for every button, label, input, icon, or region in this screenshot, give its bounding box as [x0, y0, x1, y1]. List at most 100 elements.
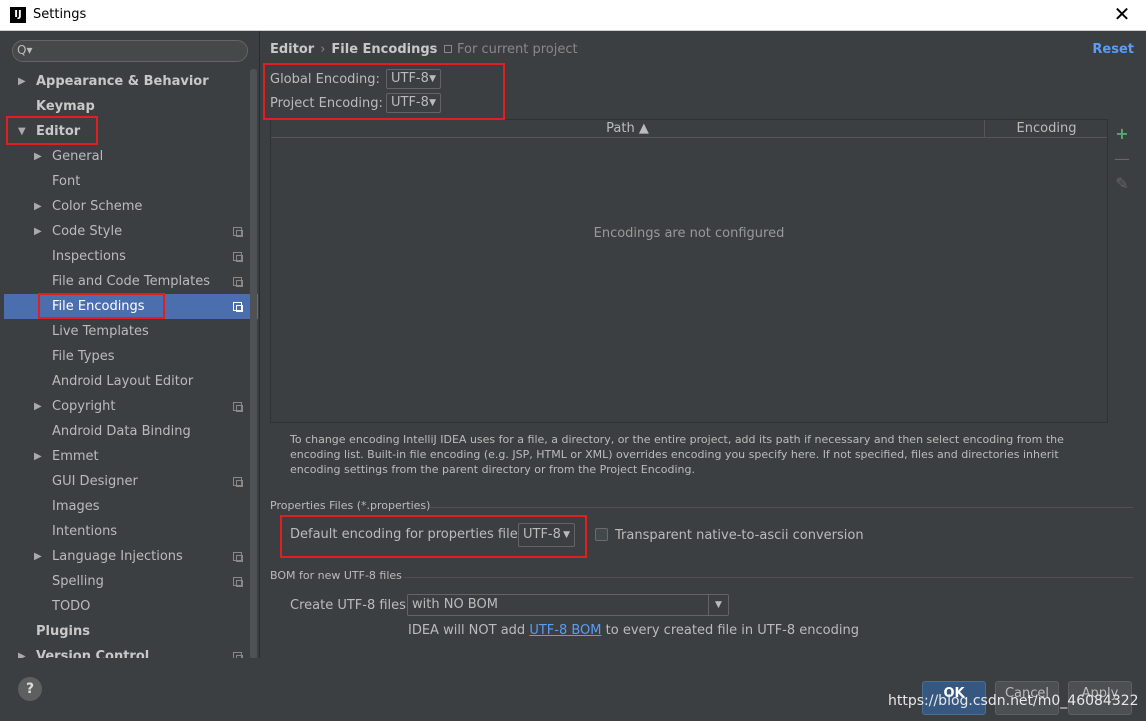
chevron-down-icon[interactable]: ▼	[708, 595, 728, 615]
watermark-text: https://blog.csdn.net/m0_46084322	[888, 693, 1139, 709]
sidebar-item-label: Emmet	[52, 449, 99, 464]
dialog-footer: ? OK Cancel Apply https://blog.csdn.net/…	[0, 658, 1146, 721]
settings-search-input[interactable]: Q▾	[12, 40, 248, 62]
project-encoding-label: Project Encoding:	[270, 96, 383, 111]
sidebar-item-label: Android Layout Editor	[52, 374, 194, 389]
sidebar-item-label: Copyright	[52, 399, 116, 414]
sidebar-item-general[interactable]: ▶ General	[4, 144, 258, 169]
sidebar-item-label: Plugins	[36, 624, 90, 639]
sidebar-item-label: Inspections	[52, 249, 126, 264]
transparent-conversion-checkbox[interactable]	[595, 528, 608, 541]
settings-sidebar: Q▾ ▶ Appearance & Behavior Keymap ▼ Editor ▶ G…	[0, 31, 260, 658]
sidebar-item-label: Keymap	[36, 99, 95, 114]
properties-section-title: Properties Files (*.properties)	[270, 499, 431, 512]
bom-note-prefix: IDEA will NOT add	[408, 623, 530, 638]
sidebar-item-gui-designer[interactable]: GUI Designer	[4, 469, 258, 494]
collapsed-arrow-icon[interactable]: ▶	[34, 444, 42, 469]
sidebar-item-version-control[interactable]: ▶ Version Control	[4, 644, 258, 658]
sidebar-item-android-data-binding[interactable]: Android Data Binding	[4, 419, 258, 444]
path-encoding-table[interactable]: Path ▲ Encoding Encodings are not config…	[270, 119, 1108, 423]
collapsed-arrow-icon[interactable]: ▶	[34, 544, 42, 569]
sidebar-item-inspections[interactable]: Inspections	[4, 244, 258, 269]
sidebar-item-copyright[interactable]: ▶ Copyright	[4, 394, 258, 419]
intellij-app-icon: IJ	[10, 7, 26, 23]
help-button[interactable]: ?	[18, 677, 42, 701]
sidebar-item-plugins[interactable]: Plugins	[4, 619, 258, 644]
sidebar-item-color-scheme[interactable]: ▶ Color Scheme	[4, 194, 258, 219]
sidebar-item-label: Live Templates	[52, 324, 149, 339]
sidebar-item-appearance-behavior[interactable]: ▶ Appearance & Behavior	[4, 69, 258, 94]
section-divider	[429, 507, 1133, 508]
collapsed-arrow-icon[interactable]: ▶	[34, 144, 42, 169]
collapsed-arrow-icon[interactable]: ▶	[34, 219, 42, 244]
sidebar-item-emmet[interactable]: ▶ Emmet	[4, 444, 258, 469]
empty-table-message: Encodings are not configured	[593, 226, 785, 241]
sidebar-item-label: Images	[52, 499, 100, 514]
project-scope-icon	[233, 302, 243, 312]
sidebar-item-code-style[interactable]: ▶ Code Style	[4, 219, 258, 244]
sidebar-item-intentions[interactable]: Intentions	[4, 519, 258, 544]
sidebar-item-file-and-code-templates[interactable]: File and Code Templates	[4, 269, 258, 294]
reset-link[interactable]: Reset	[1092, 42, 1134, 57]
sidebar-item-label: Color Scheme	[52, 199, 143, 214]
global-encoding-label: Global Encoding:	[270, 72, 380, 87]
sidebar-item-label: Intentions	[52, 524, 118, 539]
project-scope-icon	[233, 227, 243, 237]
path-column-header[interactable]: Path ▲	[271, 120, 985, 138]
chevron-down-icon: ▼	[429, 74, 436, 84]
sidebar-item-editor[interactable]: ▼ Editor	[4, 119, 258, 144]
sidebar-item-keymap[interactable]: Keymap	[4, 94, 258, 119]
sidebar-item-label: Font	[52, 174, 81, 189]
properties-encoding-label: Default encoding for properties files:	[290, 527, 529, 542]
add-path-button[interactable]: +	[1112, 123, 1132, 148]
bom-select[interactable]: with NO BOM ▼	[407, 594, 729, 616]
sidebar-item-label: TODO	[52, 599, 91, 614]
sidebar-item-language-injections[interactable]: ▶ Language Injections	[4, 544, 258, 569]
project-scope-icon	[444, 45, 452, 53]
breadcrumb-editor: Editor	[270, 42, 315, 57]
sidebar-item-label: General	[52, 149, 104, 164]
title-bar: IJ Settings ✕	[0, 0, 1146, 31]
utf8-bom-link[interactable]: UTF-8 BOM	[529, 623, 601, 638]
global-encoding-select[interactable]: UTF-8 ▼	[386, 69, 441, 89]
collapsed-arrow-icon[interactable]: ▶	[18, 69, 26, 94]
sidebar-scrollbar[interactable]	[250, 69, 257, 658]
sidebar-item-font[interactable]: Font	[4, 169, 258, 194]
collapsed-arrow-icon[interactable]: ▶	[34, 394, 42, 419]
project-encoding-select[interactable]: UTF-8 ▼	[386, 93, 441, 113]
remove-path-button[interactable]: —	[1112, 148, 1132, 173]
sidebar-item-todo[interactable]: TODO	[4, 594, 258, 619]
expanded-arrow-icon[interactable]: ▼	[18, 119, 26, 144]
global-encoding-value: UTF-8	[391, 71, 429, 86]
sidebar-item-label: GUI Designer	[52, 474, 138, 489]
close-window-button[interactable]: ✕	[1112, 4, 1132, 24]
project-scope-icon	[233, 277, 243, 287]
properties-encoding-value: UTF-8	[523, 527, 561, 542]
sidebar-item-live-templates[interactable]: Live Templates	[4, 319, 258, 344]
breadcrumb-file-encodings: File Encodings	[331, 42, 438, 57]
sidebar-item-label: File and Code Templates	[52, 274, 210, 289]
properties-encoding-select[interactable]: UTF-8 ▼	[518, 523, 575, 547]
sidebar-item-label: File Encodings	[52, 299, 145, 314]
breadcrumb-separator: ›	[320, 42, 326, 57]
sidebar-item-label: Appearance & Behavior	[36, 74, 209, 89]
edit-path-button[interactable]: ✎	[1112, 173, 1132, 198]
sidebar-item-label: Spelling	[52, 574, 104, 589]
chevron-down-icon: ▼	[429, 98, 436, 108]
sidebar-item-label: File Types	[52, 349, 115, 364]
sidebar-item-label: Version Control	[36, 649, 150, 658]
collapsed-arrow-icon[interactable]: ▶	[34, 194, 42, 219]
encoding-column-header[interactable]: Encoding	[986, 120, 1107, 138]
chevron-down-icon: ▼	[563, 530, 570, 540]
sidebar-item-spelling[interactable]: Spelling	[4, 569, 258, 594]
settings-tree: ▶ Appearance & Behavior Keymap ▼ Editor ▶ Gene…	[4, 69, 258, 658]
sidebar-item-file-types[interactable]: File Types	[4, 344, 258, 369]
project-scope-icon	[233, 252, 243, 262]
collapsed-arrow-icon[interactable]: ▶	[18, 644, 26, 658]
sidebar-item-android-layout-editor[interactable]: Android Layout Editor	[4, 369, 258, 394]
sidebar-item-file-encodings[interactable]: File Encodings	[4, 294, 258, 319]
project-scope-icon	[233, 577, 243, 587]
sidebar-item-images[interactable]: Images	[4, 494, 258, 519]
sidebar-item-label: Language Injections	[52, 549, 183, 564]
encoding-help-text: To change encoding IntelliJ IDEA uses fo…	[290, 433, 1064, 476]
